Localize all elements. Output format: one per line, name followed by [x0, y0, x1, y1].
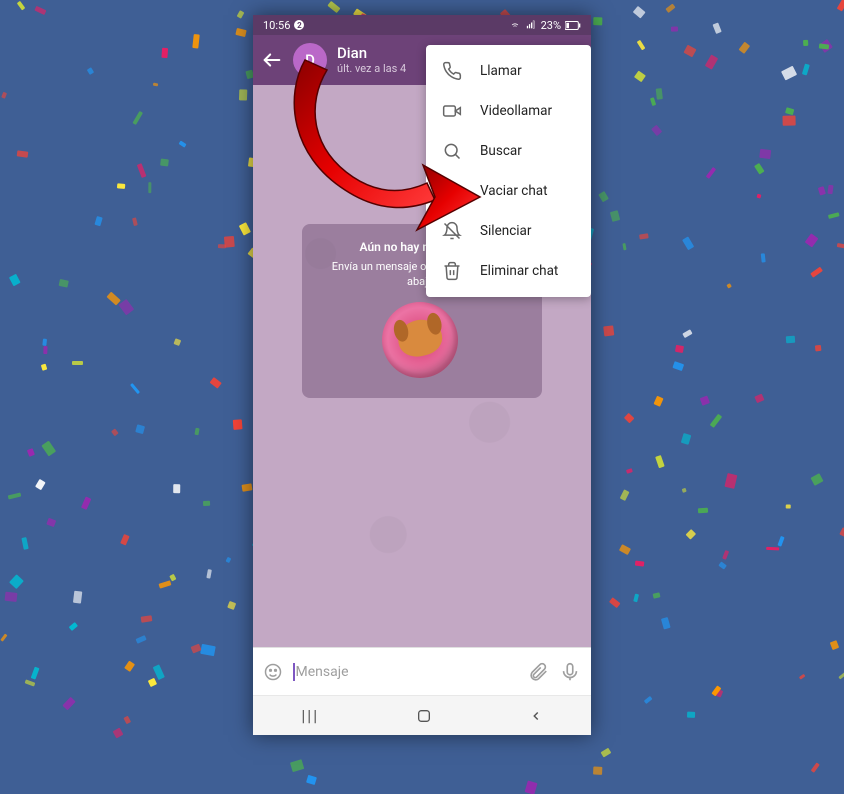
contact-name: Dian	[337, 44, 406, 62]
back-arrow-icon[interactable]	[261, 49, 283, 71]
text-cursor	[293, 663, 295, 681]
avatar[interactable]: D	[293, 43, 327, 77]
phone-screenshot: 10:56 2 23% D Dian últ. vez a las 4 Aún …	[253, 15, 591, 735]
battery-icon	[565, 21, 581, 30]
android-nav-bar: |||	[253, 695, 591, 735]
message-input[interactable]: Mensaje	[293, 663, 517, 681]
back-nav-icon[interactable]	[529, 709, 543, 723]
status-badge: 2	[294, 20, 304, 30]
broom-icon	[442, 181, 462, 201]
message-placeholder: Mensaje	[296, 664, 349, 680]
header-text[interactable]: Dian últ. vez a las 4	[337, 44, 406, 75]
video-icon	[442, 101, 462, 121]
signal-icon	[525, 20, 537, 30]
menu-search[interactable]: Buscar	[426, 131, 591, 171]
menu-videocall-label: Videollamar	[480, 103, 552, 119]
greeting-sticker[interactable]	[382, 302, 462, 382]
mic-icon[interactable]	[559, 661, 581, 683]
status-bar: 10:56 2 23%	[253, 15, 591, 35]
phone-icon	[442, 61, 462, 81]
status-battery: 23%	[541, 19, 561, 32]
menu-mute[interactable]: Silenciar	[426, 211, 591, 251]
avatar-letter: D	[305, 51, 315, 69]
context-menu: Llamar Videollamar Buscar Vaciar chat Si…	[426, 45, 591, 297]
menu-call[interactable]: Llamar	[426, 51, 591, 91]
last-seen: últ. vez a las 4	[337, 62, 406, 75]
home-icon[interactable]	[416, 708, 432, 724]
message-input-bar: Mensaje	[253, 647, 591, 695]
trash-icon	[442, 261, 462, 281]
menu-delete-chat[interactable]: Eliminar chat	[426, 251, 591, 291]
menu-clear-label: Vaciar chat	[480, 183, 548, 199]
mute-icon	[442, 221, 462, 241]
attach-icon[interactable]	[527, 661, 549, 683]
status-time: 10:56	[263, 19, 290, 32]
menu-call-label: Llamar	[480, 63, 522, 79]
menu-videocall[interactable]: Videollamar	[426, 91, 591, 131]
search-icon	[442, 141, 462, 161]
menu-search-label: Buscar	[480, 143, 522, 159]
menu-delete-label: Eliminar chat	[480, 263, 558, 279]
recents-icon[interactable]: |||	[301, 706, 319, 725]
sticker-icon[interactable]	[263, 662, 283, 682]
menu-mute-label: Silenciar	[480, 223, 531, 239]
wifi-icon	[509, 20, 521, 30]
menu-clear-chat[interactable]: Vaciar chat	[426, 171, 591, 211]
